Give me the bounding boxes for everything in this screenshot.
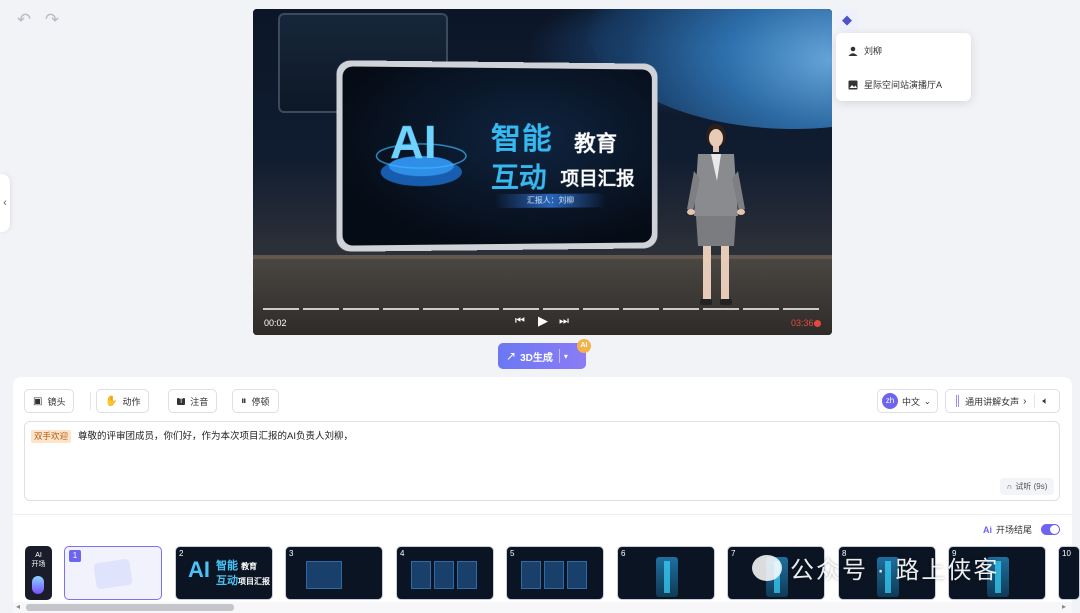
text-icon: T [177, 397, 186, 405]
layers-dropdown: 刘柳 星际空间站演播厅A [836, 33, 971, 101]
language-code: zh [882, 393, 898, 409]
ai-orb-icon [32, 576, 44, 594]
voice-wave-icon: ║ [954, 395, 962, 407]
undo-icon[interactable]: ↶ [14, 10, 34, 30]
presentation-screen: AI 智能 教育 互动 项目汇报 汇报人：刘柳 [336, 60, 658, 252]
action-button[interactable]: ✋ 动作 [96, 389, 150, 413]
image-icon [848, 80, 858, 89]
wechat-icon [752, 554, 782, 581]
voice-select[interactable]: ║ 通用讲解女声 › 🔈︎ [945, 389, 1060, 413]
action-tag[interactable]: 双手欢迎 [31, 430, 72, 443]
trend-icon: ↗ [506, 349, 517, 363]
slide-thumb-2[interactable]: 2 AI 智能 教育 互动项目汇报 [175, 546, 273, 600]
ai-logo-icon: AI [376, 116, 467, 187]
scroll-left-icon[interactable]: ◂ [16, 602, 20, 611]
slide-title-education: 教育 [574, 131, 618, 156]
total-time: 03:36 [791, 318, 814, 328]
listen-button[interactable]: ∩ 试听 (9s) [1000, 478, 1054, 495]
opening-ending-label: Ai 开场结尾 [983, 524, 1033, 536]
scrollbar-thumb[interactable] [26, 604, 234, 611]
slide-title-smart: 智能 [491, 122, 553, 156]
record-indicator-icon [814, 320, 821, 327]
script-text[interactable]: 尊敬的评审团成员，你们好，作为本次项目汇报的AI负责人刘柳， [78, 430, 353, 443]
chevron-right-icon: › [1023, 395, 1027, 407]
redo-icon[interactable]: ↷ [42, 10, 62, 30]
ai-opener-card[interactable]: AI 开场 [25, 546, 52, 600]
user-icon [848, 46, 858, 56]
slide-thumb-4[interactable]: 4 [396, 546, 494, 600]
scroll-right-icon[interactable]: ▸ [1062, 602, 1066, 611]
watermark: 公众号 · 路上侠客 [752, 550, 999, 585]
pause-button[interactable]: ⏸ 停顿 [232, 389, 279, 413]
previous-icon[interactable]: ⏮ [513, 315, 527, 328]
headphones-icon: ∩ [1006, 482, 1013, 491]
video-preview[interactable]: AI 智能 教育 互动 项目汇报 汇报人：刘柳 00:02 ⏮ ▶ ⏭ 03:3… [253, 9, 832, 335]
chevron-down-icon: ⌄ [924, 396, 931, 406]
layer-item-avatar[interactable]: 刘柳 [848, 44, 882, 57]
slide-title-interactive: 互动 [491, 161, 547, 194]
layer-item-background[interactable]: 星际空间站演播厅A [848, 78, 942, 91]
digital-human-avatar [687, 124, 745, 305]
generate-3d-button[interactable]: ↗ 3D生成 ▾ [498, 343, 586, 369]
camera-icon: ▣ [33, 395, 43, 407]
layers-icon[interactable]: ◆ [836, 9, 858, 31]
slide-thumb-10[interactable]: 10 [1058, 546, 1080, 600]
collapse-left-handle[interactable]: ‹ [0, 174, 10, 232]
slide-thumb-5[interactable]: 5 [506, 546, 604, 600]
slide-thumb-6[interactable]: 6 [617, 546, 715, 600]
slide-thumb-1[interactable]: 1 [64, 546, 162, 600]
camera-button[interactable]: ▣ 镜头 [24, 389, 75, 413]
opening-ending-toggle[interactable] [1041, 524, 1060, 535]
video-progress-bar[interactable] [263, 308, 821, 310]
edit-illustration-icon [93, 558, 133, 590]
slide-reporter: 汇报人：刘柳 [495, 193, 606, 209]
slide-title-report: 项目汇报 [560, 168, 635, 190]
ai-logo-icon: AI [188, 557, 210, 582]
ai-icon: Ai [983, 524, 992, 535]
chevron-down-icon[interactable]: ▾ [564, 352, 568, 361]
gesture-icon: ✋ [105, 395, 118, 407]
layer-item-label: 刘柳 [864, 46, 883, 56]
volume-icon[interactable]: 🔈︎ [1042, 396, 1048, 407]
next-icon[interactable]: ⏭ [557, 315, 571, 328]
svg-text:AI: AI [390, 116, 437, 168]
slide-thumb-3[interactable]: 3 [285, 546, 383, 600]
current-time: 00:02 [264, 318, 287, 328]
ai-badge: AI [577, 339, 591, 353]
pause-icon: ⏸ [241, 394, 247, 407]
language-select[interactable]: zh 中文 ⌄ [877, 389, 938, 413]
layer-item-label: 星际空间站演播厅A [864, 80, 943, 90]
phonetic-button[interactable]: T 注音 [168, 389, 218, 413]
play-icon[interactable]: ▶ [536, 313, 550, 329]
